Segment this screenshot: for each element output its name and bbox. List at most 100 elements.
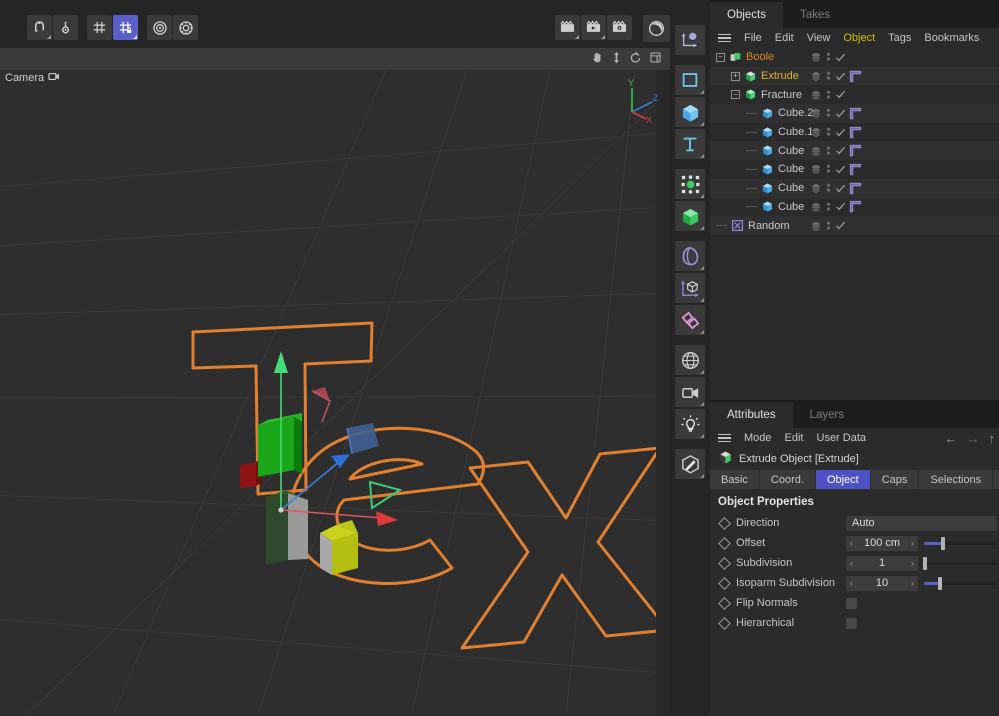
world-axis-button[interactable] [147,15,172,40]
object-tag-icon[interactable] [849,163,862,176]
menu-tags[interactable]: Tags [888,32,911,44]
layer-icon[interactable] [810,126,822,138]
property-slider[interactable] [924,536,997,551]
enable-snapping-button[interactable] [27,15,52,40]
prop-tab-coord[interactable]: Coord. [759,470,815,489]
visibility-dots-icon[interactable] [826,126,831,138]
bend-deformer-button[interactable] [675,241,705,271]
menu-view[interactable]: View [807,32,831,44]
mograph-effector-button[interactable] [675,305,705,335]
property-checkbox[interactable] [846,617,857,629]
visibility-dots-icon[interactable] [826,220,831,232]
expander-toggle[interactable]: − [731,90,740,100]
mograph-cloner-button[interactable] [675,169,705,199]
menu-edit[interactable]: Edit [775,32,794,44]
text-spline-button[interactable] [675,129,705,159]
object-axis-button[interactable] [173,15,198,40]
tab-layers[interactable]: Layers [793,402,862,428]
prop-tab-object[interactable]: Object [815,470,870,489]
maximize-view-icon[interactable] [649,51,662,67]
layer-icon[interactable] [810,89,822,101]
layer-icon[interactable] [810,70,822,82]
light-button[interactable] [675,409,705,439]
property-slider[interactable] [924,576,997,591]
menu-bookmarks[interactable]: Bookmarks [924,32,979,44]
prop-tab-caps[interactable]: Caps [870,470,919,489]
property-slider[interactable] [923,556,997,571]
menu-user-data[interactable]: User Data [817,432,867,444]
tab-objects[interactable]: Objects [710,2,783,28]
camera-button[interactable] [675,377,705,407]
property-checkbox[interactable] [846,597,857,609]
animate-keyframe-icon[interactable] [718,516,731,530]
layer-icon[interactable] [810,220,822,232]
object-row-extrude[interactable]: + Extrude [710,66,999,86]
number-field[interactable]: ‹ 100 cm › [846,535,918,551]
object-tag-icon[interactable] [849,182,862,195]
layer-icon[interactable] [810,182,822,194]
menu-hamburger-icon[interactable] [718,433,731,443]
nav-forward-icon[interactable]: → [967,431,980,446]
object-row-cube-2[interactable]: Cube.2 [710,104,999,123]
enable-check-icon[interactable] [835,127,846,138]
enable-check-icon[interactable] [835,108,846,119]
object-tag-icon[interactable] [849,70,862,83]
menu-mode[interactable]: Mode [744,432,772,444]
spline-pen-button[interactable] [675,65,705,95]
visibility-dots-icon[interactable] [826,89,831,101]
animate-keyframe-icon[interactable] [718,556,731,570]
workplane-button[interactable] [87,15,112,40]
animate-keyframe-icon[interactable] [718,536,731,550]
lock-workplane-button[interactable] [113,15,138,40]
prop-tab-[interactable]: ⌂ [993,470,999,489]
snap-settings-button[interactable] [53,15,78,40]
object-tag-icon[interactable] [849,144,862,157]
layer-icon[interactable] [810,201,822,213]
object-tag-icon[interactable] [849,126,862,139]
object-row-cube[interactable]: Cube [710,160,999,179]
increment-arrow-icon[interactable]: › [911,538,914,548]
object-row-cube[interactable]: Cube [710,198,999,217]
null-object-button[interactable] [675,25,705,55]
object-row-fracture[interactable]: − Fracture [710,85,999,104]
animate-keyframe-icon[interactable] [718,596,731,610]
enable-check-icon[interactable] [835,183,846,194]
slider-handle[interactable] [923,556,928,570]
visibility-dots-icon[interactable] [826,163,831,175]
render-view-button[interactable] [555,15,580,40]
layer-icon[interactable] [810,107,822,119]
object-row-cube[interactable]: Cube [710,141,999,161]
rotate-view-icon[interactable] [629,51,642,67]
visibility-dots-icon[interactable] [826,182,831,194]
direction-dropdown[interactable]: Auto [846,515,997,531]
expander-toggle[interactable]: − [716,52,725,62]
layer-icon[interactable] [810,145,822,157]
layer-icon[interactable] [810,51,822,63]
animate-keyframe-icon[interactable] [718,616,731,630]
enable-check-icon[interactable] [835,145,846,156]
slider-handle[interactable] [938,576,943,590]
number-field[interactable]: ‹ 1 › [846,555,918,571]
increment-arrow-icon[interactable]: › [911,578,914,588]
enable-check-icon[interactable] [835,89,846,100]
expander-toggle[interactable]: + [731,71,740,81]
enable-check-icon[interactable] [835,52,846,63]
object-row-cube-1[interactable]: Cube.1 [710,123,999,142]
object-tag-icon[interactable] [849,200,862,213]
content-browser-button[interactable] [643,15,670,42]
visibility-dots-icon[interactable] [826,145,831,157]
visibility-dots-icon[interactable] [826,51,831,63]
number-field[interactable]: ‹ 10 › [846,575,918,591]
visibility-dots-icon[interactable] [826,107,831,119]
pan-view-icon[interactable] [591,51,604,67]
menu-hamburger-icon[interactable] [718,33,731,43]
menu-file[interactable]: File [744,32,762,44]
menu-edit[interactable]: Edit [785,432,804,444]
increment-arrow-icon[interactable]: › [911,558,914,568]
slider-handle[interactable] [940,536,945,550]
nav-up-icon[interactable]: ↑ [989,431,996,446]
layer-icon[interactable] [810,163,822,175]
enable-check-icon[interactable] [835,201,846,212]
enable-check-icon[interactable] [835,71,846,82]
nav-back-icon[interactable]: ← [945,431,958,446]
